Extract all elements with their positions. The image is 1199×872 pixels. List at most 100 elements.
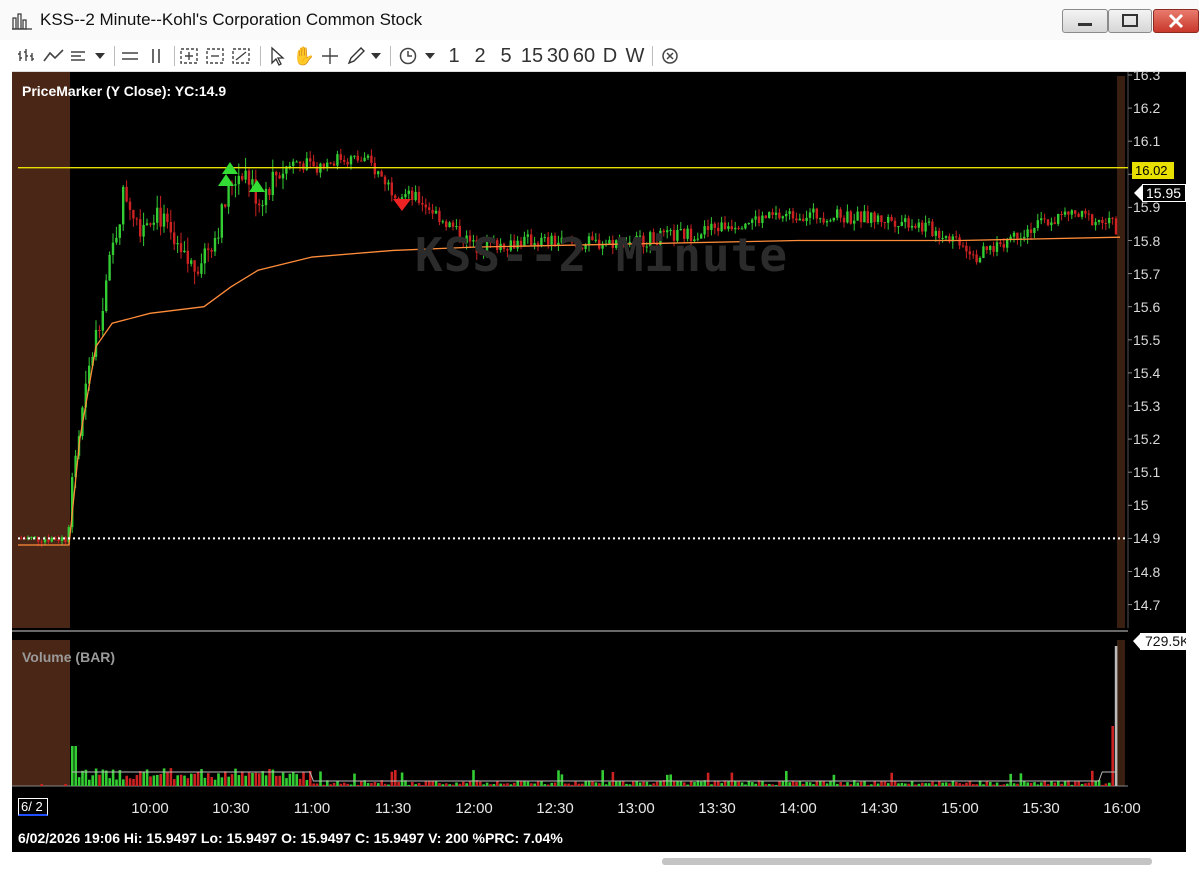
candle-body (1070, 210, 1073, 215)
volume-bar (254, 772, 258, 786)
candle-body (764, 215, 767, 218)
volume-bar (825, 783, 829, 786)
candle-body (859, 211, 863, 223)
candle-body (825, 221, 829, 223)
volume-bar (339, 783, 343, 786)
candle-body (125, 186, 128, 202)
volume-bar (179, 774, 183, 786)
candle-body (346, 161, 349, 165)
candle-body (431, 209, 434, 214)
candle-body (768, 212, 771, 218)
volume-bar (424, 781, 428, 786)
candle-body (292, 161, 295, 166)
volume-bar (190, 773, 193, 786)
volume-bar (917, 783, 921, 786)
volume-bar (237, 775, 241, 786)
candle-body (241, 175, 244, 180)
price-tick-label: 16.3 (1133, 67, 1161, 83)
candle-body (870, 212, 873, 224)
candle-body (173, 232, 176, 245)
volume-bar (360, 781, 363, 786)
candle-body (329, 162, 332, 164)
volume-bar (329, 784, 332, 786)
candle-body (30, 536, 33, 538)
volume-bar (791, 781, 795, 786)
date-label: 6/ 2 (18, 798, 48, 816)
volume-bar (305, 779, 309, 786)
volume-bar (258, 773, 261, 786)
candle-body (890, 216, 893, 221)
candle-body (349, 156, 353, 165)
volume-bar (941, 782, 944, 786)
candle-body (57, 539, 60, 541)
volume-bar (298, 778, 302, 786)
time-label: 15:30 (1022, 800, 1060, 817)
volume-bar (400, 772, 404, 786)
candle-body (152, 222, 155, 225)
candle-body (234, 184, 237, 186)
volume-bar (873, 781, 876, 786)
candle-body (785, 213, 788, 217)
price-chart-canvas[interactable] (0, 0, 1199, 872)
scrollbar-thumb[interactable] (662, 858, 1152, 865)
candle-body (288, 165, 291, 167)
time-label: 11:30 (374, 800, 412, 817)
volume-bar (611, 771, 615, 786)
buy-signal-icon (218, 174, 234, 186)
volume-bar (1108, 782, 1111, 786)
volume-bar (64, 784, 67, 786)
candle-body (1114, 218, 1118, 235)
candle-body (754, 216, 757, 220)
candle-body (149, 223, 152, 225)
volume-bar (577, 783, 581, 786)
candle-body (876, 215, 880, 222)
candle-body (414, 191, 417, 201)
volume-bar (781, 781, 785, 786)
candle-body (295, 161, 298, 163)
candle-body (1111, 217, 1114, 219)
candle-body (836, 209, 839, 218)
volume-bar (645, 781, 649, 786)
candle-body (1046, 219, 1050, 226)
volume-bar (1087, 782, 1091, 786)
volume-bar (900, 782, 904, 786)
volume-bar (349, 784, 353, 786)
volume-bar (887, 783, 890, 786)
volume-bar (152, 775, 156, 786)
status-line: 6/02/2026 19:06 Hi: 15.9497 Lo: 15.9497 … (18, 830, 563, 846)
volume-bar (292, 772, 295, 786)
candle-body (1050, 222, 1053, 226)
volume-bar (907, 783, 910, 786)
volume-bar (655, 781, 659, 786)
candle-body (455, 226, 458, 228)
volume-bar (1026, 782, 1029, 786)
price-tick-label: 15.6 (1133, 298, 1161, 315)
candle-body (166, 213, 169, 223)
last-price-tag: 15.95 (1142, 184, 1186, 202)
volume-bar (407, 784, 411, 786)
candle-body (220, 204, 223, 238)
volume-bars (40, 646, 1118, 786)
price-tick-label: 15.7 (1133, 265, 1161, 282)
volume-bar (98, 774, 101, 786)
candle-body (1074, 210, 1077, 214)
candle-body (118, 224, 121, 238)
candle-body (900, 221, 903, 227)
candle-body (438, 210, 441, 223)
volume-bar (428, 780, 431, 786)
candle-body (995, 242, 999, 252)
candle-body (441, 221, 444, 223)
candle-body (808, 212, 812, 218)
candle-body (451, 222, 455, 227)
candle-body (771, 212, 774, 215)
volume-bar (1070, 784, 1074, 786)
volume-bar (332, 782, 336, 786)
volume-bar (509, 784, 513, 786)
volume-bar (870, 784, 873, 786)
candle-body (917, 222, 920, 228)
price-tick-label: 15.3 (1133, 398, 1161, 414)
volume-bar (849, 784, 853, 786)
volume-bar (247, 772, 251, 786)
candle-body (866, 211, 869, 224)
candle-body (849, 211, 852, 224)
